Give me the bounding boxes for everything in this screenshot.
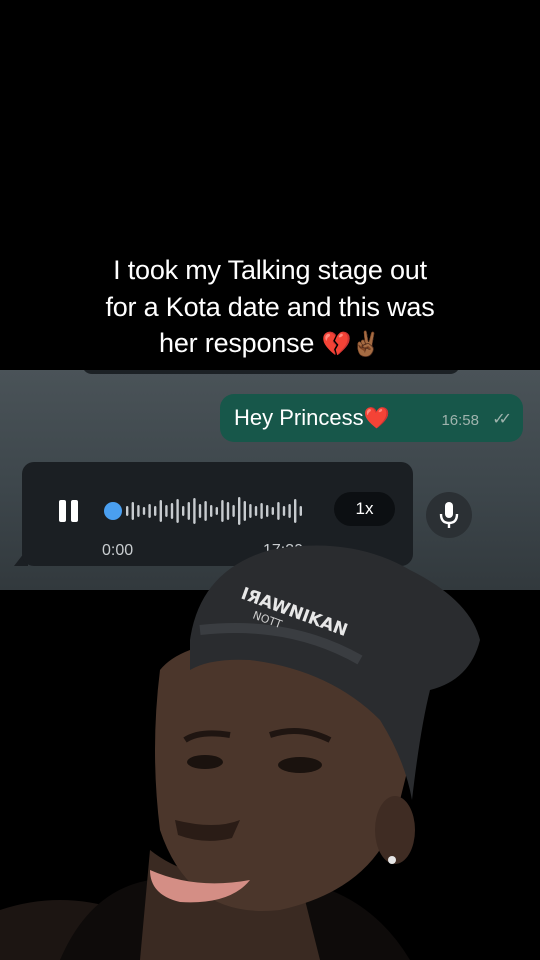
video-caption: I took my Talking stage out for a Kota d… (40, 252, 500, 363)
waveform-bar (187, 502, 190, 520)
waveform-bar (137, 505, 140, 517)
double-check-icon: ✓✓ (492, 411, 512, 428)
waveform-bar (210, 505, 213, 517)
waveform-bar (288, 504, 291, 518)
waveform-bar (182, 506, 185, 516)
waveform-bar (221, 500, 224, 522)
waveform-bar (159, 500, 162, 522)
outgoing-message-bubble[interactable]: Hey Princess❤️ 16:58 ✓✓ (220, 394, 523, 442)
red-heart-emoji: ❤️ (363, 406, 390, 430)
waveform-bar (142, 507, 146, 515)
caption-line-3: her response 💔✌🏾 (40, 325, 500, 363)
waveform-bar (282, 506, 286, 516)
waveform-bar (266, 505, 269, 517)
waveform-bar (148, 504, 151, 518)
playback-speed-button[interactable]: 1x (334, 492, 395, 526)
waveform-bar (299, 506, 302, 516)
waveform-bar (204, 501, 207, 521)
waveform-bar (165, 505, 168, 517)
waveform-bar (131, 502, 134, 520)
audio-waveform[interactable] (124, 496, 308, 526)
waveform-bar (271, 507, 274, 515)
waveform-bar (260, 503, 263, 519)
playback-scrubber-handle[interactable] (104, 502, 122, 520)
caption-line-1: I took my Talking stage out (113, 255, 427, 285)
waveform-bar (294, 499, 297, 523)
waveform-bar (226, 502, 230, 520)
outgoing-message-text: Hey Princess❤️ (234, 405, 390, 431)
caption-line-3-text: her response (159, 328, 315, 358)
waveform-bar (193, 498, 196, 524)
waveform-bar (215, 507, 218, 515)
waveform-bar (238, 497, 241, 525)
broken-heart-emoji: 💔 (321, 330, 352, 358)
waveform-bar (176, 499, 179, 523)
reaction-person-image: IЯAWNIKAN NOTT (0, 545, 480, 960)
pause-icon[interactable] (58, 500, 80, 522)
waveform-bar (170, 503, 174, 519)
waveform-bar (232, 505, 235, 517)
previous-message-bubble (82, 370, 460, 374)
peace-sign-emoji: ✌🏾 (351, 330, 381, 358)
waveform-bar (249, 504, 252, 518)
message-timestamp: 16:58 (441, 412, 479, 429)
outgoing-message-body: Hey Princess (234, 405, 364, 430)
waveform-bar (277, 502, 280, 520)
waveform-bar (198, 504, 202, 518)
waveform-bar (126, 506, 129, 516)
waveform-bar (243, 501, 246, 521)
caption-line-2: for a Kota date and this was (105, 291, 435, 322)
waveform-bar (254, 506, 258, 516)
waveform-bar (154, 506, 157, 516)
